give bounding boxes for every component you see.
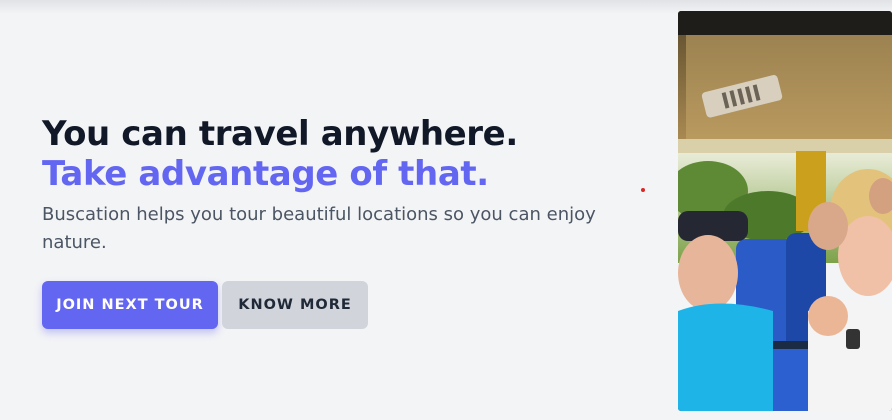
know-more-button[interactable]: KNOW MORE (222, 281, 368, 329)
headline-line-2: Take advantage of that. (42, 154, 489, 194)
bus-tour-photo (678, 11, 892, 411)
decorative-dot (641, 188, 645, 192)
hero-section: You can travel anywhere. Take advantage … (42, 114, 612, 329)
hero-actions: JOIN NEXT TOUR KNOW MORE (42, 281, 612, 329)
join-next-tour-button[interactable]: JOIN NEXT TOUR (42, 281, 218, 329)
landing-page: You can travel anywhere. Take advantage … (0, 0, 892, 420)
hero-headline: You can travel anywhere. Take advantage … (42, 114, 612, 194)
headline-line-1: You can travel anywhere. (42, 114, 518, 154)
hero-description: Buscation helps you tour beautiful locat… (42, 204, 596, 253)
